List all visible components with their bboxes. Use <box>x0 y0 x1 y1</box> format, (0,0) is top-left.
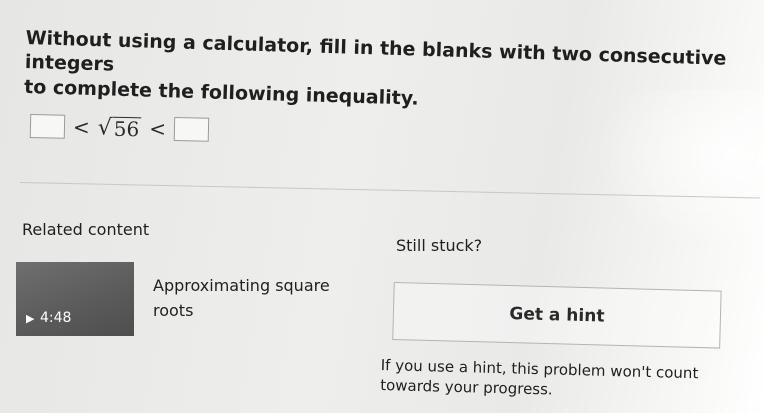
video-title-link[interactable]: Approximating square roots <box>153 274 363 324</box>
related-content-heading: Related content <box>22 220 150 239</box>
section-divider <box>19 182 760 199</box>
answer-blank-left[interactable] <box>29 114 66 139</box>
video-thumbnail[interactable]: ▶ 4:48 <box>16 262 134 336</box>
get-hint-button[interactable]: Get a hint <box>392 282 722 349</box>
play-icon: ▶ <box>26 312 35 325</box>
inequality: < √ 56 < <box>29 114 210 142</box>
radical-sign: √ <box>97 114 113 141</box>
square-root-expression: √ 56 <box>97 114 142 141</box>
radicand: 56 <box>111 116 142 141</box>
less-than-sign-right: < <box>148 116 167 141</box>
answer-blank-right[interactable] <box>173 117 210 142</box>
hint-warning-text: If you use a hint, this problem won't co… <box>379 355 699 399</box>
still-stuck-label: Still stuck? <box>396 236 483 255</box>
question-prompt: Without using a calculator, fill in the … <box>24 26 746 120</box>
less-than-sign-left: < <box>72 114 91 140</box>
video-duration: 4:48 <box>40 310 72 326</box>
